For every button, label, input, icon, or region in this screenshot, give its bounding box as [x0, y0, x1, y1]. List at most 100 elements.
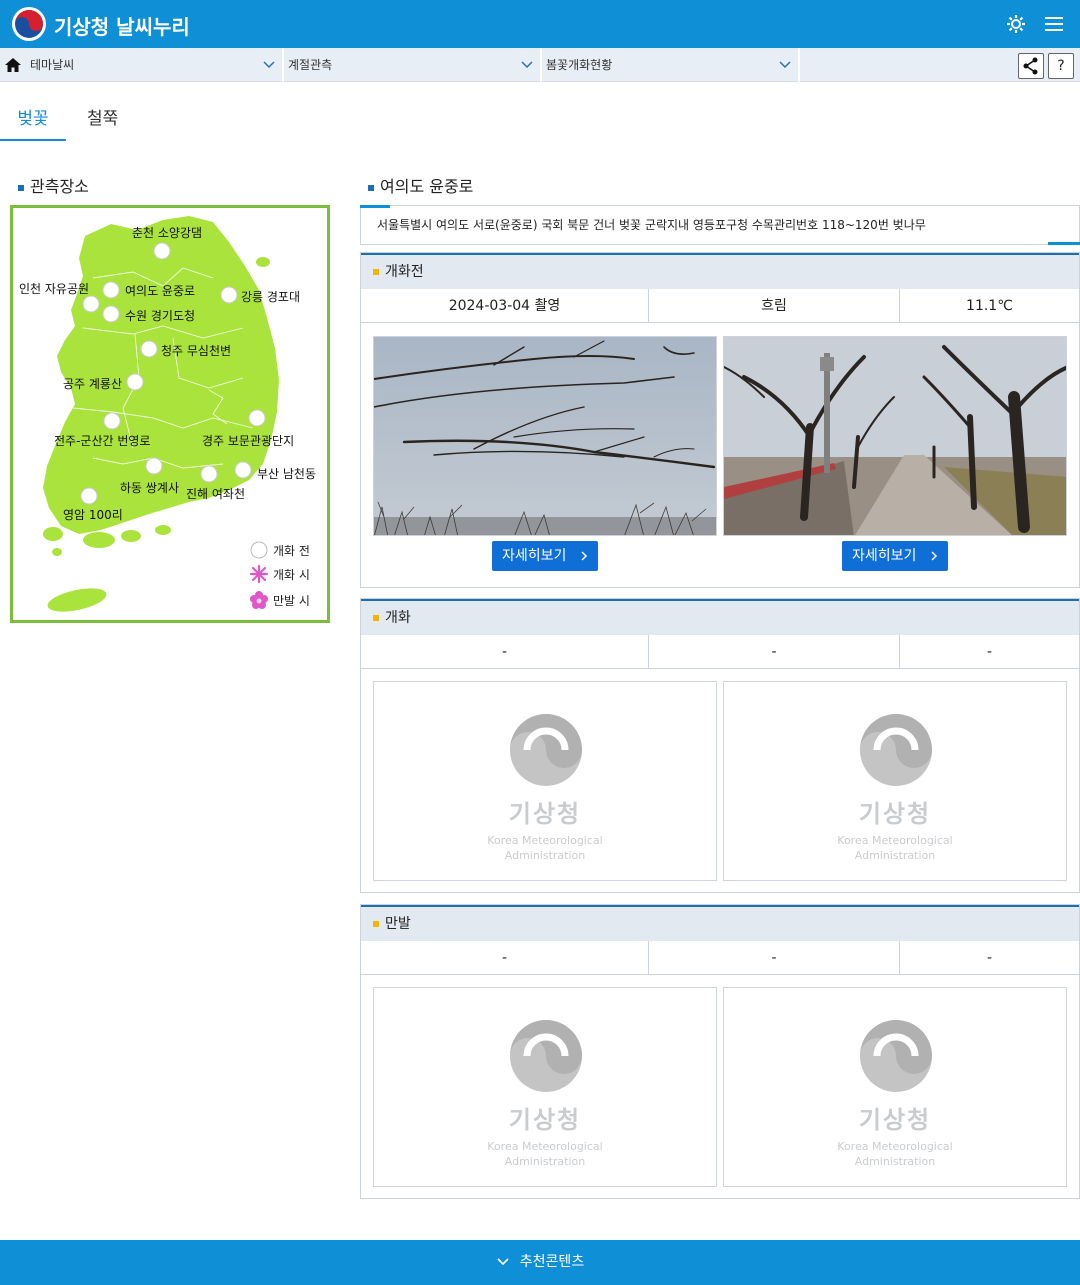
panel-header: 개화전 — [361, 253, 1079, 289]
photo-branches[interactable] — [373, 336, 717, 536]
panel-before-bloom: 개화전 2024-03-04 촬영 흐림 11.1℃ 자세히보기 자세히보기 — [360, 252, 1080, 588]
image-placeholder: 기상청 Korea Meteorological Administration — [723, 987, 1067, 1187]
detail-button[interactable]: 자세히보기 — [842, 541, 948, 571]
bullet-icon — [373, 615, 379, 621]
kma-emblem-icon — [510, 1020, 582, 1092]
marker-suwon — [102, 305, 120, 323]
marker-jeonju — [103, 412, 121, 430]
legend-blooming-icon — [249, 564, 269, 584]
kma-emblem-icon — [860, 714, 932, 786]
share-button[interactable] — [1018, 53, 1044, 79]
marker-hadong — [145, 457, 163, 475]
legend-before-icon — [250, 541, 268, 559]
site-label[interactable]: 전주-군산간 번영로 — [54, 432, 150, 449]
breadcrumb-label: 봄꽃개화현황 — [546, 58, 613, 72]
temperature: - — [900, 941, 1079, 975]
placeholder-subtitle: Korea Meteorological — [837, 834, 953, 847]
placeholder-subtitle: Administration — [854, 849, 936, 862]
panel-title: 만발 — [385, 916, 411, 932]
legend-before: 개화 전 — [273, 544, 310, 558]
address-accent — [1048, 242, 1080, 245]
site-label[interactable]: 강릉 경포대 — [241, 288, 300, 305]
settings-icon[interactable] — [1004, 12, 1028, 36]
breadcrumb-label: 계절관측 — [288, 58, 333, 72]
tab-azalea[interactable]: 철쭉 — [87, 104, 118, 129]
legend-full-bloom-icon — [250, 591, 268, 609]
kma-emblem-icon — [510, 714, 582, 786]
legend-blooming: 개화 시 — [273, 568, 310, 582]
site-label[interactable]: 공주 계룡산 — [63, 375, 122, 392]
tab-cherry-blossom[interactable]: 벚꽃 — [0, 104, 66, 141]
breadcrumb-spring-flowers[interactable]: 봄꽃개화현황 — [542, 48, 800, 82]
site-label[interactable]: 춘천 소양강댐 — [132, 224, 202, 241]
detail-button[interactable]: 자세히보기 — [492, 541, 598, 571]
marker-busan — [234, 461, 252, 479]
marker-yeouido — [102, 281, 120, 299]
site-label[interactable]: 청주 무심천변 — [161, 342, 231, 359]
chevron-down-icon — [521, 61, 533, 69]
panel-title: 개화 — [385, 610, 411, 626]
marker-yeongam — [80, 487, 98, 505]
weather: 흐림 — [649, 289, 900, 323]
hamburger-menu-icon[interactable] — [1042, 12, 1066, 36]
weather: - — [649, 941, 900, 975]
chevron-down-icon — [263, 61, 275, 69]
site-title[interactable]: 기상청 날씨누리 — [54, 11, 190, 40]
detail-button-label: 자세히보기 — [502, 548, 567, 564]
chevron-right-icon — [931, 551, 938, 561]
site-heading: 여의도 윤중로 — [368, 173, 473, 197]
panel-header: 만발 — [361, 905, 1079, 941]
home-icon[interactable] — [4, 56, 22, 74]
legend-full-bloom: 만발 시 — [273, 594, 310, 608]
kma-emblem-icon — [860, 1020, 932, 1092]
top-header: 기상청 날씨누리 — [0, 0, 1080, 48]
marker-gyeongju — [248, 409, 266, 427]
chevron-right-icon — [581, 551, 588, 561]
panel-title: 개화전 — [385, 264, 424, 280]
breadcrumb-seasonal-observation[interactable]: 계절관측 — [284, 48, 542, 82]
recommended-content-bar[interactable]: 추천콘텐츠 — [0, 1240, 1080, 1285]
panel-bloom: 개화 - - - 기상청 Korea Meteorological Admini… — [360, 598, 1080, 893]
breadcrumb-theme-weather[interactable]: 테마날씨 — [26, 48, 284, 82]
marker-cheongju — [140, 340, 158, 358]
site-label[interactable]: 인천 자유공원 — [19, 280, 89, 297]
site-label[interactable]: 진해 여좌천 — [186, 485, 245, 502]
image-placeholder: 기상청 Korea Meteorological Administration — [373, 681, 717, 881]
address-accent — [360, 205, 390, 208]
site-name: 여의도 윤중로 — [380, 177, 474, 196]
photo-date: 2024-03-04 촬영 — [361, 289, 649, 323]
placeholder-title: 기상청 — [858, 1106, 932, 1134]
square-bullet-icon — [368, 184, 374, 191]
marker-chuncheon — [153, 242, 171, 260]
bullet-icon — [373, 269, 379, 275]
placeholder-subtitle: Korea Meteorological — [487, 834, 603, 847]
site-label[interactable]: 경주 보문관광단지 — [202, 432, 294, 449]
temperature: 11.1℃ — [900, 289, 1079, 323]
placeholder-subtitle: Administration — [504, 1155, 586, 1168]
marker-incheon — [82, 295, 100, 313]
site-address: 서울특별시 여의도 서로(윤중로) 국회 북문 건너 벚꽃 군락지내 영등포구청… — [360, 205, 1080, 245]
site-label[interactable]: 영암 100리 — [63, 506, 123, 523]
placeholder-title: 기상청 — [858, 800, 932, 828]
kma-logo-icon[interactable] — [12, 7, 46, 41]
photo-date: - — [361, 941, 649, 975]
photo-date: - — [361, 635, 649, 669]
placeholder-subtitle: Korea Meteorological — [487, 1140, 603, 1153]
photo-street[interactable] — [723, 336, 1067, 536]
site-label[interactable]: 부산 남천동 — [257, 465, 316, 482]
placeholder-title: 기상청 — [508, 1106, 582, 1134]
temperature: - — [900, 635, 1079, 669]
breadcrumb-label: 테마날씨 — [30, 58, 75, 72]
detail-button-label: 자세히보기 — [852, 548, 917, 564]
site-label[interactable]: 여의도 윤중로 — [125, 282, 195, 299]
weather: - — [649, 635, 900, 669]
breadcrumb: 테마날씨 계절관측 봄꽃개화현황 ? — [0, 48, 1080, 82]
marker-jinhae — [200, 465, 218, 483]
help-button[interactable]: ? — [1048, 53, 1074, 79]
image-placeholder: 기상청 Korea Meteorological Administration — [373, 987, 717, 1187]
site-label[interactable]: 하동 쌍계사 — [120, 479, 179, 496]
marker-gongju — [126, 373, 144, 391]
bullet-icon — [373, 921, 379, 927]
site-label[interactable]: 수원 경기도청 — [125, 307, 195, 324]
placeholder-title: 기상청 — [508, 800, 582, 828]
